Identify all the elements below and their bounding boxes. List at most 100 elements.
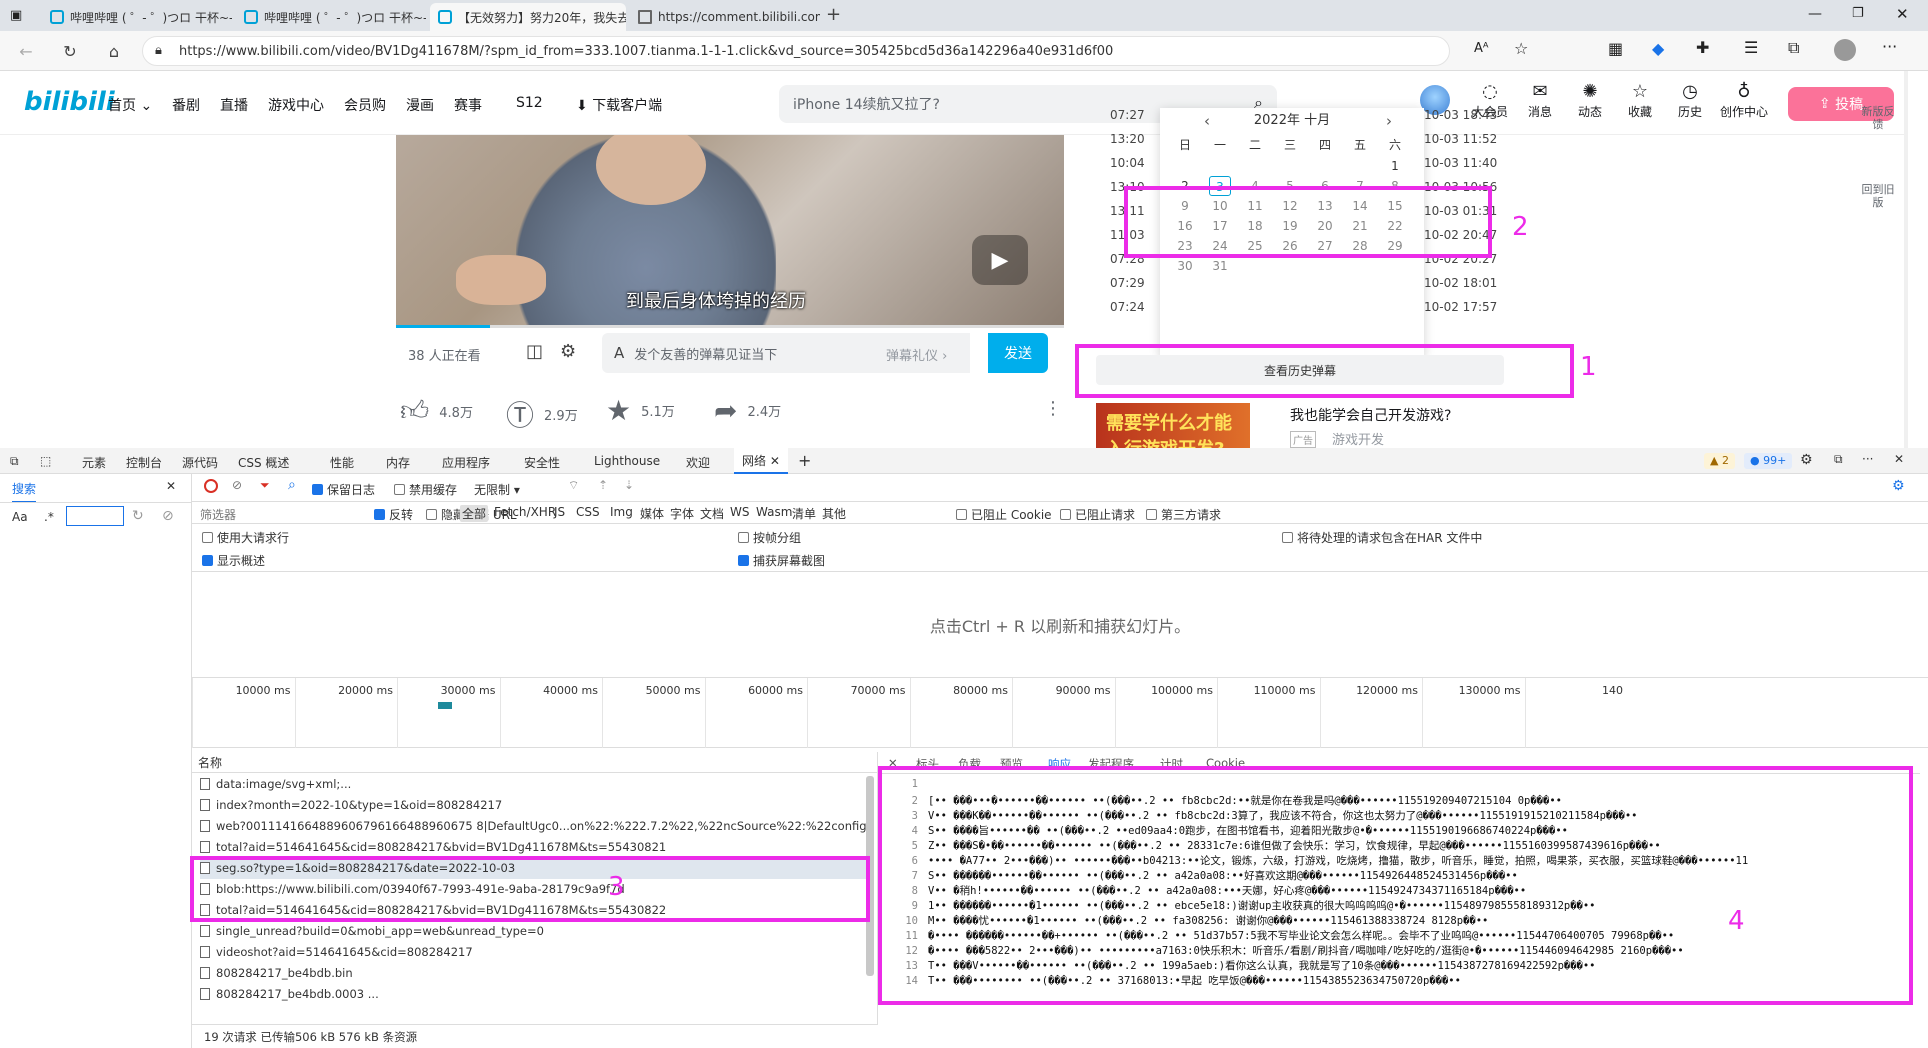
- tab-welcome[interactable]: 欢迎: [686, 454, 710, 471]
- export-har-icon[interactable]: ⇣: [624, 478, 634, 492]
- profile-avatar[interactable]: [1834, 39, 1856, 61]
- danmaku-toggle-icon[interactable]: ◫: [526, 341, 543, 362]
- type-filter-8[interactable]: WS: [728, 505, 751, 519]
- request-row[interactable]: index?month=2022-10&type=1&oid=808284217: [200, 795, 870, 816]
- url-field[interactable]: 🔒︎ https://www.bilibili.com/video/BV1Dg4…: [142, 36, 1450, 66]
- collections-icon[interactable]: ▦: [1608, 39, 1623, 58]
- blocked-cookie-checkbox[interactable]: 已阻止 Cookie: [956, 506, 1052, 523]
- read-aloud-icon[interactable]: Aᴬ: [1474, 41, 1489, 56]
- search-icon[interactable]: ⌕: [288, 477, 296, 493]
- network-conditions-icon[interactable]: ⌔: [568, 478, 579, 493]
- request-row[interactable]: 808284217_be4bdb.bin: [200, 963, 870, 984]
- network-overview-timeline[interactable]: 10000 ms 20000 ms 30000 ms 40000 ms 50000 ms…: [192, 678, 1928, 748]
- type-filter-4[interactable]: Img: [608, 505, 635, 519]
- name-column-header[interactable]: 名称: [198, 754, 222, 771]
- type-filter-10[interactable]: 清单: [790, 505, 818, 522]
- preserve-log-checkbox[interactable]: 保留日志: [312, 481, 375, 498]
- clear-log-icon[interactable]: ⊘: [232, 478, 242, 492]
- share-button[interactable]: ➦ 2.4万: [714, 394, 781, 427]
- close-search-icon[interactable]: ✕: [166, 479, 176, 493]
- search-tab[interactable]: 搜索: [12, 480, 37, 503]
- calendar-day[interactable]: 31: [1203, 256, 1237, 276]
- tab-elements[interactable]: 元素: [82, 454, 106, 471]
- request-row[interactable]: data:image/svg+xml;...: [200, 774, 870, 795]
- request-row[interactable]: single_unread?build=0&mobi_app=web&unrea…: [200, 921, 870, 942]
- type-filter-11[interactable]: 其他: [820, 505, 848, 522]
- dock-icon[interactable]: ⧉: [1834, 452, 1843, 467]
- tab-actions-icon[interactable]: ▣: [10, 8, 22, 23]
- calendar-day[interactable]: 30: [1168, 256, 1202, 276]
- page-scrollbar[interactable]: [1904, 71, 1908, 448]
- messages-button[interactable]: ✉ 消息: [1516, 81, 1564, 120]
- nav-s12[interactable]: S12: [516, 95, 543, 111]
- browser-tab-3-active[interactable]: 【无效努力】努力20年，我失去 ✕: [430, 3, 626, 31]
- calendar-day[interactable]: 1: [1378, 156, 1412, 176]
- nav-live[interactable]: 直播: [220, 95, 248, 115]
- type-filter-3[interactable]: CSS: [574, 505, 602, 519]
- search-query-input[interactable]: [66, 506, 124, 526]
- nav-download-client[interactable]: ⬇︎ 下载客户端: [576, 95, 662, 115]
- regex-toggle[interactable]: .*: [44, 510, 54, 524]
- video-progress-bar[interactable]: [396, 325, 1064, 328]
- invert-checkbox[interactable]: 反转: [374, 506, 413, 523]
- type-filter-7[interactable]: 文档: [698, 505, 726, 522]
- font-style-icon[interactable]: A: [614, 344, 624, 362]
- type-filter-1[interactable]: Fetch/XHR: [492, 505, 558, 519]
- blocked-requests-checkbox[interactable]: 已阻止请求: [1060, 506, 1135, 523]
- third-party-checkbox[interactable]: 第三方请求: [1146, 506, 1221, 523]
- warnings-badge[interactable]: ▲ 2: [1704, 453, 1735, 469]
- request-row[interactable]: web?0011141664889606796166488960675 8|De…: [200, 816, 870, 837]
- prev-month-icon[interactable]: ‹: [1204, 108, 1210, 134]
- danmaku-send-button[interactable]: 发送: [988, 333, 1048, 373]
- tab-console[interactable]: 控制台: [126, 454, 162, 471]
- disable-cache-checkbox[interactable]: 禁用缓存: [394, 481, 457, 498]
- large-rows-checkbox[interactable]: 使用大请求行: [202, 529, 289, 546]
- tab-lighthouse[interactable]: Lighthouse: [594, 454, 660, 468]
- request-row[interactable]: 808284217_be4bdb.0003 ...: [200, 984, 870, 1005]
- settings-gear-icon[interactable]: ⚙: [1800, 452, 1813, 468]
- record-icon[interactable]: [204, 479, 218, 493]
- close-devtools-icon[interactable]: ✕: [1894, 452, 1904, 466]
- nav-home[interactable]: 首页 ⌄: [108, 95, 152, 115]
- customize-menu-icon[interactable]: ···: [1862, 452, 1873, 466]
- maximize-icon[interactable]: ❐: [1852, 6, 1864, 21]
- nav-mall[interactable]: 会员购: [344, 95, 386, 115]
- favorites-button[interactable]: ☆ 收藏: [1616, 81, 1664, 120]
- new-version-feedback[interactable]: 新版反馈: [1860, 105, 1896, 139]
- device-toolbar-icon[interactable]: ⧉: [10, 454, 19, 469]
- refresh-search-icon[interactable]: ↻: [132, 508, 144, 524]
- browser-tab-4[interactable]: https://comment.bilibili.com/808 ✕: [630, 3, 820, 31]
- type-filter-9[interactable]: Wasm: [754, 505, 794, 519]
- filter-icon[interactable]: ⏷: [260, 478, 270, 493]
- filter-input[interactable]: 筛选器: [200, 506, 236, 523]
- ad-card[interactable]: 需要学什么才能入行游戏开发? 我也能学会自己开发游戏? 广告 游戏开发: [1096, 403, 1566, 448]
- creator-center-button[interactable]: ♁ 创作中心: [1716, 81, 1772, 120]
- next-month-icon[interactable]: ›: [1386, 108, 1392, 134]
- import-har-icon[interactable]: ⇡: [598, 478, 608, 492]
- favorite-button[interactable]: ★ 5.1万: [606, 394, 675, 427]
- tab-application[interactable]: 应用程序: [442, 454, 490, 471]
- history-button[interactable]: ◷ 历史: [1666, 81, 1714, 120]
- new-tab-icon[interactable]: +: [826, 4, 841, 25]
- tab-memory[interactable]: 内存: [386, 454, 410, 471]
- nav-anime[interactable]: 番剧: [172, 95, 200, 115]
- request-row[interactable]: total?aid=514641645&cid=808284217&bvid=B…: [200, 837, 870, 858]
- minimize-icon[interactable]: —: [1808, 6, 1822, 22]
- clear-search-icon[interactable]: ⊘: [162, 508, 174, 524]
- close-tab-icon[interactable]: ✕: [770, 454, 780, 468]
- video-player[interactable]: 到最后身体垮掉的经历 ▶: [396, 135, 1064, 325]
- home-icon[interactable]: ⌂: [102, 39, 126, 63]
- window-close-icon[interactable]: ✕: [1896, 5, 1909, 23]
- back-to-old-version[interactable]: 回到旧版: [1860, 183, 1896, 217]
- nav-manga[interactable]: 漫画: [406, 95, 434, 115]
- request-row[interactable]: videoshot?aid=514641645&cid=808284217: [200, 942, 870, 963]
- lock-icon[interactable]: 🔒︎: [155, 43, 162, 58]
- dynamics-button[interactable]: ✺ 动态: [1566, 81, 1614, 120]
- danmaku-input[interactable]: A 发个友善的弹幕见证当下 弹幕礼仪 ›: [602, 333, 970, 373]
- add-tab-icon[interactable]: +: [798, 451, 811, 470]
- more-menu-icon[interactable]: ···: [1882, 37, 1897, 56]
- tab-sources[interactable]: 源代码: [182, 454, 218, 471]
- favorites-list-icon[interactable]: ☰: [1744, 38, 1758, 57]
- inspect-icon[interactable]: ⬚: [40, 454, 51, 468]
- tab-performance[interactable]: 性能: [330, 454, 354, 471]
